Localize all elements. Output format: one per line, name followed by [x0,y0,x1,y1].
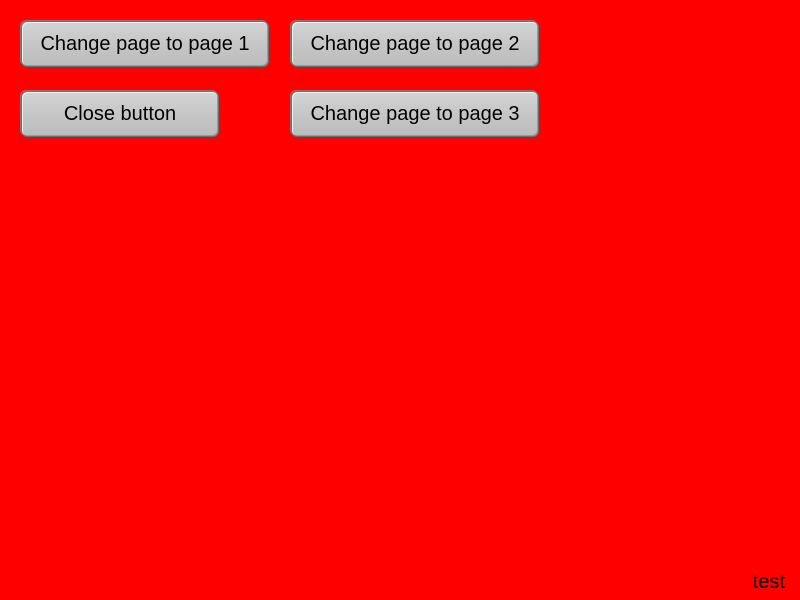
change-page-1-button[interactable]: Change page to page 1 [21,21,269,67]
app-window: { "theme": { "background_color": "#ff000… [0,0,800,600]
change-page-3-button[interactable]: Change page to page 3 [291,91,539,137]
close-button[interactable]: Close button [21,91,219,137]
change-page-2-button[interactable]: Change page to page 2 [291,21,539,67]
footer-label: test [752,571,785,593]
